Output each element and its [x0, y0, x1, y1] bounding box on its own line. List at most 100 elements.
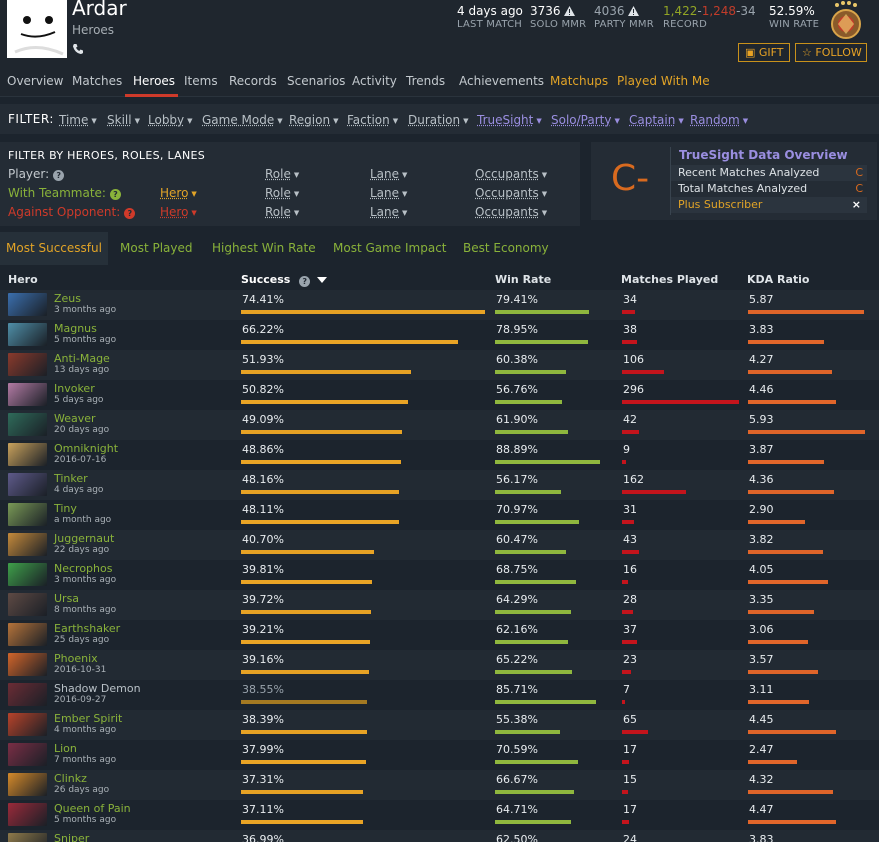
table-row[interactable]: Lion 7 months ago 37.99% 70.59% 17 2.47	[0, 740, 879, 770]
hero-portrait[interactable]	[8, 293, 47, 316]
hero-portrait[interactable]	[8, 803, 47, 826]
rank-medal-icon[interactable]	[825, 0, 867, 42]
help-icon[interactable]: ?	[124, 208, 135, 219]
filter-captain[interactable]: Captain ▼	[629, 113, 684, 127]
hero-name[interactable]: Weaver	[54, 412, 96, 425]
table-row[interactable]: Invoker 5 days ago 50.82% 56.76% 296 4.46	[0, 380, 879, 410]
nav-played-with-me[interactable]: Played With Me	[617, 74, 710, 88]
opponent-lane-dropdown[interactable]: Lane ▼	[370, 205, 407, 219]
col-success[interactable]: Success ?	[241, 273, 327, 287]
hero-portrait[interactable]	[8, 533, 47, 556]
hero-name[interactable]: Earthshaker	[54, 622, 120, 635]
nav-heroes[interactable]: Heroes	[133, 74, 175, 88]
table-row[interactable]: Weaver 20 days ago 49.09% 61.90% 42 5.93	[0, 410, 879, 440]
filter-game-mode[interactable]: Game Mode ▼	[202, 113, 283, 127]
table-row[interactable]: Ursa 8 months ago 39.72% 64.29% 28 3.35	[0, 590, 879, 620]
hero-name[interactable]: Tiny	[54, 502, 77, 515]
follow-button[interactable]: ☆ FOLLOW	[795, 43, 867, 62]
col-kda-ratio[interactable]: KDA Ratio	[747, 273, 809, 286]
hero-name[interactable]: Ursa	[54, 592, 79, 605]
col-matches-played[interactable]: Matches Played	[621, 273, 718, 286]
table-row[interactable]: Necrophos 3 months ago 39.81% 68.75% 16 4.05	[0, 560, 879, 590]
hero-name[interactable]: Tinker	[54, 472, 88, 485]
tab-most-game-impact[interactable]: Most Game Impact	[327, 232, 453, 265]
hero-name[interactable]: Shadow Demon	[54, 682, 141, 695]
nav-overview[interactable]: Overview	[7, 74, 64, 88]
hero-portrait[interactable]	[8, 353, 47, 376]
hero-portrait[interactable]	[8, 323, 47, 346]
hero-portrait[interactable]	[8, 713, 47, 736]
tab-most-played[interactable]: Most Played	[114, 232, 199, 265]
hero-name[interactable]: Zeus	[54, 292, 81, 305]
opponent-occupants-dropdown[interactable]: Occupants ▼	[475, 205, 547, 219]
hero-portrait[interactable]	[8, 413, 47, 436]
table-row[interactable]: Phoenix 2016-10-31 39.16% 65.22% 23 3.57	[0, 650, 879, 680]
col-hero[interactable]: Hero	[8, 273, 38, 286]
filter-truesight[interactable]: TrueSight ▼	[477, 113, 542, 127]
filter-solo-party[interactable]: Solo/Party ▼	[551, 113, 620, 127]
hero-name[interactable]: Lion	[54, 742, 77, 755]
player-occupants-dropdown[interactable]: Occupants ▼	[475, 167, 547, 181]
teammate-hero-dropdown[interactable]: Hero ▼	[160, 186, 197, 200]
table-row[interactable]: Omniknight 2016-07-16 48.86% 88.89% 9 3.87	[0, 440, 879, 470]
hero-name[interactable]: Omniknight	[54, 442, 118, 455]
filter-random[interactable]: Random ▼	[690, 113, 748, 127]
tab-best-economy[interactable]: Best Economy	[457, 232, 555, 265]
nav-activity[interactable]: Activity	[352, 74, 397, 88]
hero-name[interactable]: Magnus	[54, 322, 97, 335]
close-icon[interactable]: ×	[852, 197, 861, 213]
hero-portrait[interactable]	[8, 383, 47, 406]
help-icon[interactable]: ?	[299, 276, 310, 287]
teammate-occupants-dropdown[interactable]: Occupants ▼	[475, 186, 547, 200]
hero-portrait[interactable]	[8, 593, 47, 616]
nav-achievements[interactable]: Achievements	[459, 74, 544, 88]
nav-records[interactable]: Records	[229, 74, 277, 88]
hero-name[interactable]: Anti-Mage	[54, 352, 110, 365]
table-row[interactable]: Sniper 36.99% 62.50% 24 3.83	[0, 830, 879, 842]
hero-name[interactable]: Juggernaut	[54, 532, 114, 545]
hero-portrait[interactable]	[8, 773, 47, 796]
nav-items[interactable]: Items	[184, 74, 218, 88]
hero-name[interactable]: Necrophos	[54, 562, 112, 575]
hero-name[interactable]: Ember Spirit	[54, 712, 122, 725]
nav-matches[interactable]: Matches	[72, 74, 122, 88]
filter-lobby[interactable]: Lobby ▼	[148, 113, 193, 127]
hero-portrait[interactable]	[8, 833, 47, 842]
table-row[interactable]: Zeus 3 months ago 74.41% 79.41% 34 5.87	[0, 290, 879, 320]
table-row[interactable]: Earthshaker 25 days ago 39.21% 62.16% 37 3.06	[0, 620, 879, 650]
player-role-dropdown[interactable]: Role ▼	[265, 167, 299, 181]
filter-faction[interactable]: Faction ▼	[347, 113, 398, 127]
hero-portrait[interactable]	[8, 503, 47, 526]
table-row[interactable]: Tiny a month ago 48.11% 70.97% 31 2.90	[0, 500, 879, 530]
nav-matchups[interactable]: Matchups	[550, 74, 608, 88]
teammate-role-dropdown[interactable]: Role ▼	[265, 186, 299, 200]
table-row[interactable]: Clinkz 26 days ago 37.31% 66.67% 15 4.32	[0, 770, 879, 800]
tab-most-successful[interactable]: Most Successful	[0, 232, 108, 265]
filter-skill[interactable]: Skill ▼	[107, 113, 140, 127]
table-row[interactable]: Ember Spirit 4 months ago 38.39% 55.38% 65 4.…	[0, 710, 879, 740]
hero-name[interactable]: Sniper	[54, 832, 89, 842]
nav-trends[interactable]: Trends	[406, 74, 445, 88]
player-lane-dropdown[interactable]: Lane ▼	[370, 167, 407, 181]
table-row[interactable]: Magnus 5 months ago 66.22% 78.95% 38 3.83	[0, 320, 879, 350]
help-icon[interactable]: ?	[53, 170, 64, 181]
gift-button[interactable]: ▣ GIFT	[738, 43, 790, 62]
hero-portrait[interactable]	[8, 443, 47, 466]
hero-name[interactable]: Phoenix	[54, 652, 98, 665]
opponent-hero-dropdown[interactable]: Hero ▼	[160, 205, 197, 219]
hero-portrait[interactable]	[8, 653, 47, 676]
hero-portrait[interactable]	[8, 623, 47, 646]
tab-highest-win-rate[interactable]: Highest Win Rate	[206, 232, 322, 265]
filter-region[interactable]: Region ▼	[289, 113, 338, 127]
plus-subscriber-row[interactable]: Plus Subscriber ×	[671, 197, 867, 213]
table-row[interactable]: Anti-Mage 13 days ago 51.93% 60.38% 106 4.27	[0, 350, 879, 380]
hero-portrait[interactable]	[8, 683, 47, 706]
hero-name[interactable]: Queen of Pain	[54, 802, 131, 815]
table-row[interactable]: Shadow Demon 2016-09-27 38.55% 85.71% 7 3.11	[0, 680, 879, 710]
truesight-title[interactable]: TrueSight Data Overview	[679, 148, 848, 162]
hero-name[interactable]: Invoker	[54, 382, 95, 395]
filter-time[interactable]: Time ▼	[59, 113, 97, 127]
filter-duration[interactable]: Duration ▼	[408, 113, 469, 127]
hero-portrait[interactable]	[8, 473, 47, 496]
help-icon[interactable]: ?	[110, 189, 121, 200]
